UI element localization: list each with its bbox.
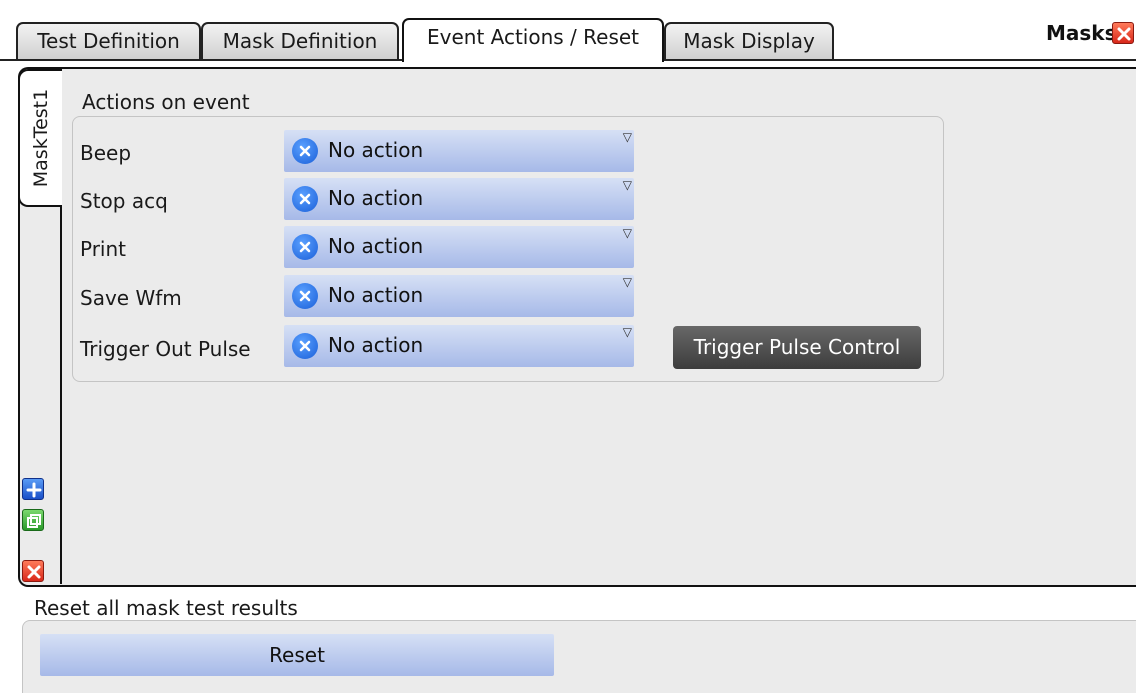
- dropdown-arrow-icon: ▽: [622, 130, 632, 144]
- beep-dropdown[interactable]: No action ▽: [284, 130, 634, 172]
- print-dropdown[interactable]: No action ▽: [284, 226, 634, 268]
- no-action-x-icon: [292, 186, 318, 212]
- no-action-x-icon: [292, 138, 318, 164]
- print-value: No action: [328, 234, 424, 258]
- no-action-x-icon: [292, 333, 318, 359]
- trigger-out-pulse-dropdown[interactable]: No action ▽: [284, 325, 634, 367]
- no-action-x-icon: [292, 234, 318, 260]
- save-wfm-dropdown[interactable]: No action ▽: [284, 275, 634, 317]
- no-action-x-icon: [292, 283, 318, 309]
- trigger-out-pulse-value: No action: [328, 333, 424, 357]
- tab-mask-display[interactable]: Mask Display: [664, 22, 834, 60]
- reset-button[interactable]: Reset: [40, 634, 554, 676]
- stop-acq-value: No action: [328, 186, 424, 210]
- dropdown-arrow-icon: ▽: [622, 226, 632, 240]
- add-icon[interactable]: [22, 478, 44, 500]
- row-label-trigger-out-pulse: Trigger Out Pulse: [80, 337, 251, 361]
- dropdown-arrow-icon: ▽: [622, 275, 632, 289]
- side-tab-label: MaskTest1: [30, 88, 52, 188]
- side-tab-masktest1[interactable]: MaskTest1: [18, 69, 62, 207]
- tab-bar: Test Definition Mask Definition Event Ac…: [0, 0, 1136, 62]
- panel-title: Masks: [1046, 21, 1117, 45]
- row-label-stop-acq: Stop acq: [80, 189, 168, 213]
- row-label-save-wfm: Save Wfm: [80, 286, 182, 310]
- trigger-pulse-control-button[interactable]: Trigger Pulse Control: [673, 326, 921, 369]
- stop-acq-dropdown[interactable]: No action ▽: [284, 178, 634, 220]
- dropdown-arrow-icon: ▽: [622, 325, 632, 339]
- tab-event-actions-reset[interactable]: Event Actions / Reset: [402, 18, 664, 62]
- actions-section-title: Actions on event: [82, 90, 250, 114]
- tab-mask-definition[interactable]: Mask Definition: [201, 22, 399, 60]
- close-icon[interactable]: [1112, 22, 1134, 44]
- beep-value: No action: [328, 138, 424, 162]
- save-wfm-value: No action: [328, 283, 424, 307]
- row-label-beep: Beep: [80, 141, 132, 165]
- reset-section-title: Reset all mask test results: [34, 596, 298, 620]
- row-label-print: Print: [80, 237, 127, 261]
- tab-test-definition[interactable]: Test Definition: [16, 22, 201, 60]
- delete-icon[interactable]: [22, 560, 44, 582]
- dropdown-arrow-icon: ▽: [622, 178, 632, 192]
- copy-icon[interactable]: [22, 509, 44, 531]
